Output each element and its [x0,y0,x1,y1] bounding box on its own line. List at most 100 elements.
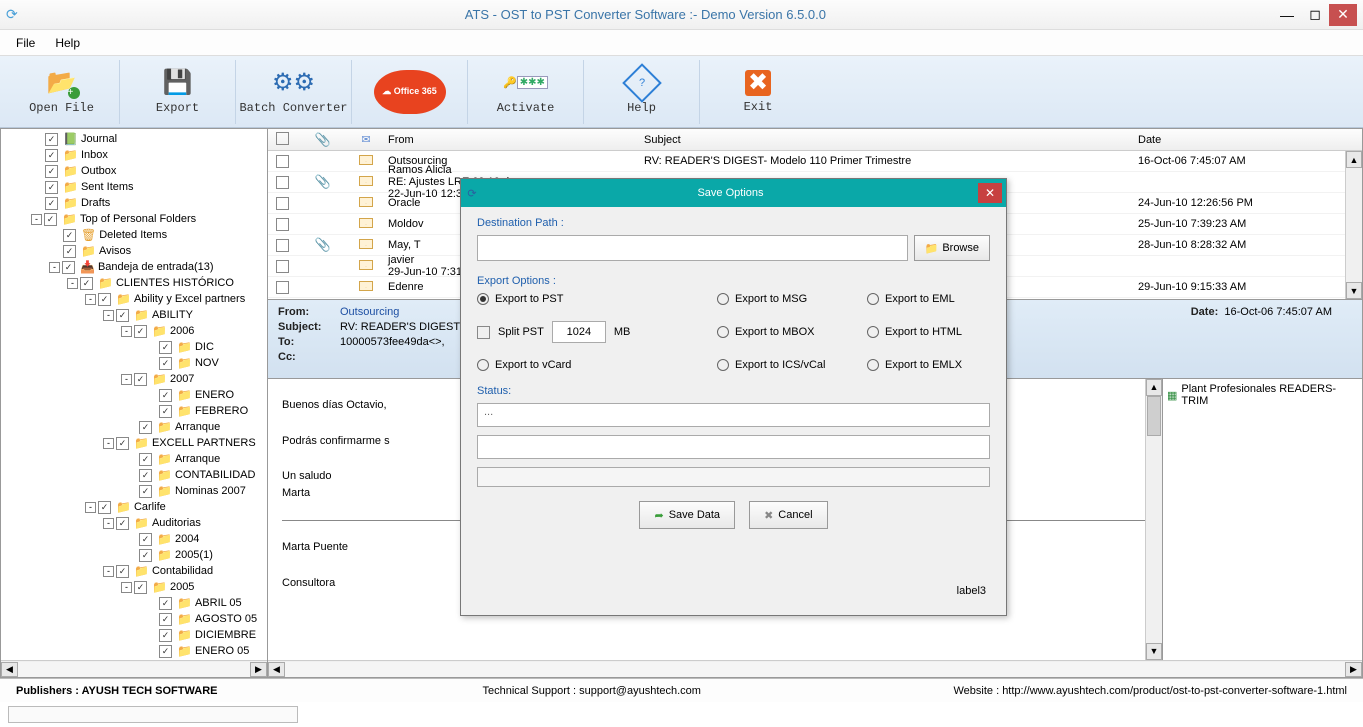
tree-checkbox[interactable]: ✓ [63,229,76,242]
tree-item[interactable]: ✓📁Nominas 2007 [1,483,267,499]
date-column-header[interactable]: Date [1138,134,1362,146]
tree-item[interactable]: -✓📁Ability y Excel partners [1,291,267,307]
expand-icon[interactable]: - [121,326,132,337]
tree-item[interactable]: -✓📁EXCELL PARTNERS [1,435,267,451]
row-checkbox[interactable] [276,239,289,252]
menu-help[interactable]: Help [55,36,80,50]
tree-checkbox[interactable]: ✓ [63,245,76,258]
tree-hscrollbar[interactable]: ◀ ▶ [1,660,267,677]
tree-item[interactable]: ✓📁Arranque [1,419,267,435]
tree-checkbox[interactable]: ✓ [45,149,58,162]
tree-checkbox[interactable]: ✓ [139,453,152,466]
scroll-right-icon[interactable]: ▶ [1345,662,1362,677]
scroll-up-icon[interactable]: ▲ [1146,379,1162,396]
batch-converter-button[interactable]: ⚙⚙ Batch Converter [236,60,352,124]
envelope-column-icon[interactable]: ✉ [348,133,384,146]
scroll-down-icon[interactable]: ▼ [1346,282,1362,299]
export-ics-radio[interactable]: Export to ICS/vCal [717,359,867,371]
tree-item[interactable]: ✓📁CONTABILIDAD [1,467,267,483]
expand-icon[interactable]: - [31,214,42,225]
expand-icon[interactable]: - [103,310,114,321]
tree-item[interactable]: ✓📁DICIEMBRE [1,627,267,643]
row-checkbox[interactable] [276,218,289,231]
tree-checkbox[interactable]: ✓ [98,293,111,306]
export-emlx-radio[interactable]: Export to EMLX [867,359,987,371]
tree-item[interactable]: ✓📁2004 [1,531,267,547]
tree-item[interactable]: -✓📁CLIENTES HISTÓRICO [1,275,267,291]
expand-icon[interactable]: - [121,582,132,593]
tree-item[interactable]: ✓📁ABRIL 05 [1,595,267,611]
row-checkbox[interactable] [276,176,289,189]
row-checkbox[interactable] [276,155,289,168]
row-checkbox[interactable] [276,260,289,273]
expand-icon[interactable]: - [85,502,96,513]
body-vscrollbar[interactable]: ▲ ▼ [1145,379,1162,660]
list-vscrollbar[interactable]: ▲ ▼ [1345,151,1362,299]
tree-checkbox[interactable]: ✓ [116,517,129,530]
row-checkbox[interactable] [276,281,289,294]
tree-item[interactable]: -✓📁Auditorias [1,515,267,531]
attachment-column-icon[interactable]: 📎 [298,132,348,148]
export-html-radio[interactable]: Export to HTML [867,321,987,343]
tree-checkbox[interactable]: ✓ [62,261,75,274]
tree-item[interactable]: -✓📁ABILITY [1,307,267,323]
tree-checkbox[interactable]: ✓ [159,405,172,418]
tree-checkbox[interactable]: ✓ [134,373,147,386]
expand-icon[interactable]: - [85,294,96,305]
save-data-button[interactable]: ➦Save Data [639,501,735,529]
expand-icon[interactable]: - [67,278,78,289]
main-hscrollbar[interactable]: ◀ ▶ [268,660,1362,677]
tree-item[interactable]: -✓📁Top of Personal Folders [1,211,267,227]
tree-item[interactable]: -✓📥Bandeja de entrada(13) [1,259,267,275]
split-pst-checkbox[interactable] [477,326,490,339]
split-size-input[interactable] [552,321,606,343]
tree-checkbox[interactable]: ✓ [98,501,111,514]
open-file-button[interactable]: 📂+ Open File [4,60,120,124]
subject-column-header[interactable]: Subject [644,134,1138,146]
tree-checkbox[interactable]: ✓ [45,133,58,146]
expand-icon[interactable]: - [103,438,114,449]
tree-item[interactable]: ✓📁2005(1) [1,547,267,563]
tree-checkbox[interactable]: ✓ [139,485,152,498]
scroll-right-icon[interactable]: ▶ [250,662,267,677]
tree-item[interactable]: -✓📁2005 [1,579,267,595]
destination-path-input[interactable] [477,235,908,261]
tree-checkbox[interactable]: ✓ [80,277,93,290]
tree-item[interactable]: ✓📁Drafts [1,195,267,211]
row-checkbox[interactable] [276,197,289,210]
tree-checkbox[interactable]: ✓ [159,389,172,402]
tree-checkbox[interactable]: ✓ [45,165,58,178]
tree-item[interactable]: -✓📁Contabilidad [1,563,267,579]
tree-item[interactable]: -✓📁2006 [1,323,267,339]
maximize-button[interactable]: ◻ [1301,4,1329,26]
tree-item[interactable]: -✓📁Carlife [1,499,267,515]
close-button[interactable]: ✕ [1329,4,1357,26]
browse-button[interactable]: 📁Browse [914,235,990,261]
tree-checkbox[interactable]: ✓ [116,309,129,322]
tree-item[interactable]: ✓📁Outbox [1,163,267,179]
expand-icon[interactable]: - [49,262,60,273]
export-pst-radio[interactable]: Export to PST [477,293,717,305]
export-mbox-radio[interactable]: Export to MBOX [717,321,867,343]
tree-item[interactable]: ✓📁DIC [1,339,267,355]
scroll-left-icon[interactable]: ◀ [268,662,285,677]
attachment-item[interactable]: ▦Plant Profesionales READERS-TRIM [1167,383,1358,407]
tree-item[interactable]: ✓📁Avisos [1,243,267,259]
export-eml-radio[interactable]: Export to EML [867,293,987,305]
tree-item[interactable]: ✓📁ENERO [1,387,267,403]
tree-item[interactable]: ✓📁ENERO 05 [1,643,267,659]
tree-checkbox[interactable]: ✓ [139,469,152,482]
help-button[interactable]: ? Help [584,60,700,124]
tree-checkbox[interactable]: ✓ [45,181,58,194]
tree-item[interactable]: ✓📁Sent Items [1,179,267,195]
expand-icon[interactable]: - [103,518,114,529]
folder-tree[interactable]: ✓📗Journal✓📁Inbox✓📁Outbox✓📁Sent Items✓📁Dr… [1,129,267,660]
tree-item[interactable]: ✓🗑Deleted Items [1,227,267,243]
tree-checkbox[interactable]: ✓ [159,597,172,610]
tree-checkbox[interactable]: ✓ [134,325,147,338]
tree-item[interactable]: ✓📁Arranque [1,451,267,467]
select-all-checkbox[interactable] [276,132,289,145]
tree-item[interactable]: ✓📁NOV [1,355,267,371]
tree-checkbox[interactable]: ✓ [44,213,57,226]
activate-button[interactable]: 🔑✱✱✱ Activate [468,60,584,124]
